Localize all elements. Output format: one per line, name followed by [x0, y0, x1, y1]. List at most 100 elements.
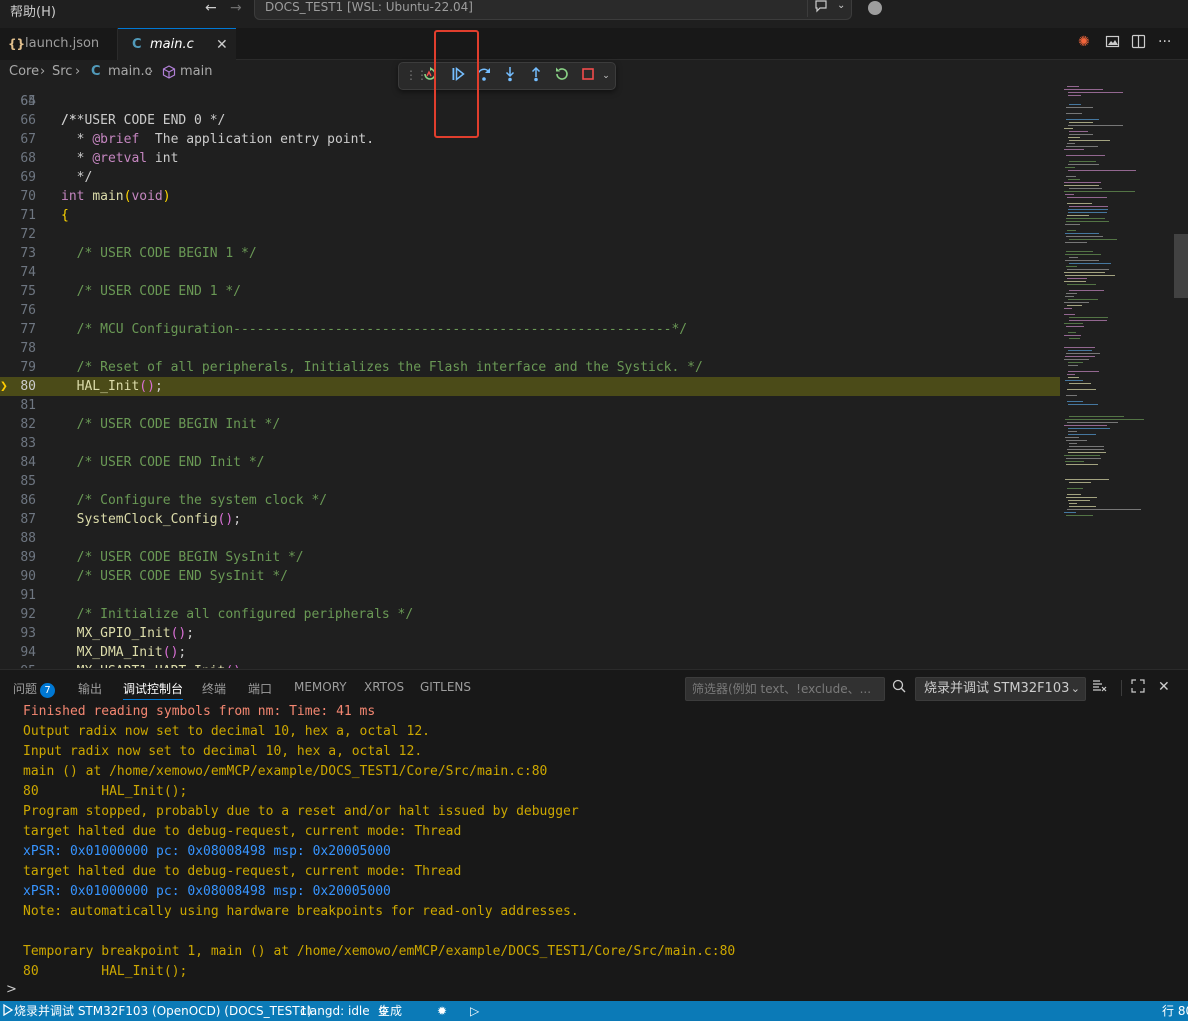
code-line: 83	[0, 434, 1060, 453]
debug-console-output[interactable]: Finished reading symbols from nm: Time: …	[0, 702, 1188, 982]
console-line: 80 HAL_Init();	[23, 964, 188, 979]
code-text: /* USER CODE END Init */	[61, 455, 265, 470]
sparkle-icon[interactable]: ✺	[1078, 34, 1090, 54]
clear-console-icon[interactable]	[1092, 679, 1107, 697]
tab-memory[interactable]: MEMORY	[294, 680, 347, 700]
editor-scrollbar[interactable]	[1174, 234, 1188, 298]
minimap-line	[1064, 323, 1083, 324]
minimap-line	[1069, 263, 1111, 264]
tab-terminal[interactable]: 终端	[202, 680, 226, 700]
code-text: */	[61, 170, 93, 185]
back-arrow-icon[interactable]: ←	[205, 0, 217, 16]
minimap[interactable]	[1062, 84, 1174, 524]
tab-launch-json[interactable]: {} launch.json	[0, 28, 118, 60]
restart-icon[interactable]	[551, 66, 573, 86]
line-number: 70	[20, 189, 36, 204]
minimap-line	[1069, 443, 1077, 444]
line-number: 67	[20, 132, 36, 147]
chevron-down-icon[interactable]: ⌄	[595, 66, 617, 86]
more-actions-icon[interactable]: ···	[1158, 34, 1171, 54]
split-editor-icon[interactable]	[1131, 34, 1146, 54]
search-icon[interactable]	[892, 679, 906, 697]
close-icon[interactable]: ✕	[216, 29, 228, 61]
run-icon[interactable]: ▷	[470, 1001, 479, 1021]
line-number: 78	[20, 341, 36, 356]
title-bar: 帮助(H) ← → DOCS_TEST1 [WSL: Ubuntu-22.04]…	[0, 0, 1188, 24]
minimap-line	[1064, 425, 1107, 426]
tab-ports[interactable]: 端口	[248, 680, 272, 700]
maximize-panel-icon[interactable]	[1131, 679, 1145, 697]
breadcrumb-symbol[interactable]: main	[180, 61, 212, 83]
image-preview-icon[interactable]	[1105, 34, 1120, 54]
debug-session-select[interactable]: 烧录并调试 STM32F103 ⌄	[915, 677, 1086, 701]
line-number: 73	[20, 246, 36, 261]
debug-console-input[interactable]: >	[0, 980, 1188, 1002]
line-number: 81	[20, 398, 36, 413]
minimap-line	[1069, 206, 1108, 207]
forward-arrow-icon[interactable]: →	[230, 0, 242, 16]
line-number: 71	[20, 208, 36, 223]
close-panel-icon[interactable]: ✕	[1158, 679, 1170, 695]
line-number: 91	[20, 588, 36, 603]
tab-main-c[interactable]: C main.c ✕	[118, 28, 236, 60]
step-out-icon[interactable]	[525, 66, 547, 86]
chevron-down-icon[interactable]: ⌄	[837, 0, 845, 11]
minimap-line	[1069, 503, 1077, 504]
tab-problems[interactable]: 问题 7	[13, 680, 56, 700]
minimap-line	[1069, 161, 1096, 162]
minimap-line	[1069, 131, 1088, 132]
account-icon[interactable]	[868, 1, 882, 15]
minimap-line	[1066, 266, 1077, 267]
minimap-line	[1066, 221, 1109, 222]
code-text: {	[61, 208, 69, 223]
minimap-line	[1068, 95, 1081, 96]
code-line: 67 * @brief The application entry point.	[0, 130, 1060, 149]
minimap-line	[1065, 254, 1101, 255]
step-into-icon[interactable]	[499, 66, 521, 86]
minimap-line	[1064, 359, 1089, 360]
console-line: target halted due to debug-request, curr…	[23, 824, 462, 839]
tab-output[interactable]: 输出	[78, 680, 102, 700]
code-text: /**	[61, 113, 85, 128]
minimap-line	[1069, 188, 1102, 189]
divider	[1121, 680, 1122, 696]
debug-icon[interactable]: ✹	[437, 1001, 447, 1021]
minimap-line	[1064, 512, 1076, 513]
breadcrumb-core[interactable]: Core	[9, 61, 39, 83]
minimap-line	[1066, 464, 1098, 465]
json-file-icon: {}	[8, 37, 26, 51]
command-center[interactable]: DOCS_TEST1 [WSL: Ubuntu-22.04] ⌄	[254, 0, 852, 20]
minimap-line	[1068, 209, 1108, 210]
minimap-line	[1067, 215, 1089, 216]
c-file-icon: C	[91, 64, 101, 79]
console-line: Finished reading symbols from nm: Time: …	[23, 704, 376, 719]
minimap-line	[1064, 182, 1101, 183]
breadcrumb-file[interactable]: main.c	[108, 61, 152, 83]
line-number: 77	[20, 322, 36, 337]
minimap-line	[1065, 419, 1144, 420]
chat-icon[interactable]	[807, 0, 833, 17]
cursor-position[interactable]: 行 80	[1162, 1001, 1188, 1021]
debug-session-status[interactable]: 烧录并调试 STM32F103 (OpenOCD) (DOCS_TEST1)	[2, 1001, 312, 1021]
console-prompt-icon: >	[6, 982, 17, 997]
minimap-line	[1065, 380, 1083, 381]
minimap-line	[1068, 500, 1090, 501]
code-line: 90 /* USER CODE END SysInit */	[0, 567, 1060, 586]
code-text: /* USER CODE BEGIN Init */	[61, 417, 281, 432]
console-filter-input[interactable]	[685, 677, 885, 701]
minimap-line	[1067, 86, 1079, 87]
minimap-line	[1064, 149, 1084, 150]
minimap-line	[1068, 332, 1076, 333]
tab-xrtos[interactable]: XRTOS	[364, 680, 404, 700]
tab-gitlens[interactable]: GITLENS	[420, 680, 471, 700]
command-center-label: DOCS_TEST1 [WSL: Ubuntu-22.04]	[265, 0, 473, 14]
clangd-status[interactable]: clangd: idle	[300, 1001, 370, 1021]
breadcrumb-src[interactable]: Src	[52, 61, 72, 83]
minimap-line	[1069, 134, 1093, 135]
code-editor[interactable]: 64 /* USER CODE END 0 */ 65 66/** 67 * @br…	[0, 84, 1060, 668]
menu-help[interactable]: 帮助(H)	[10, 1, 56, 20]
tab-debug-console[interactable]: 调试控制台	[123, 680, 184, 700]
chevron-right-icon: ›	[148, 64, 154, 79]
minimap-line	[1069, 140, 1110, 141]
editor-tab-bar: {} launch.json C main.c ✕	[0, 28, 1188, 60]
